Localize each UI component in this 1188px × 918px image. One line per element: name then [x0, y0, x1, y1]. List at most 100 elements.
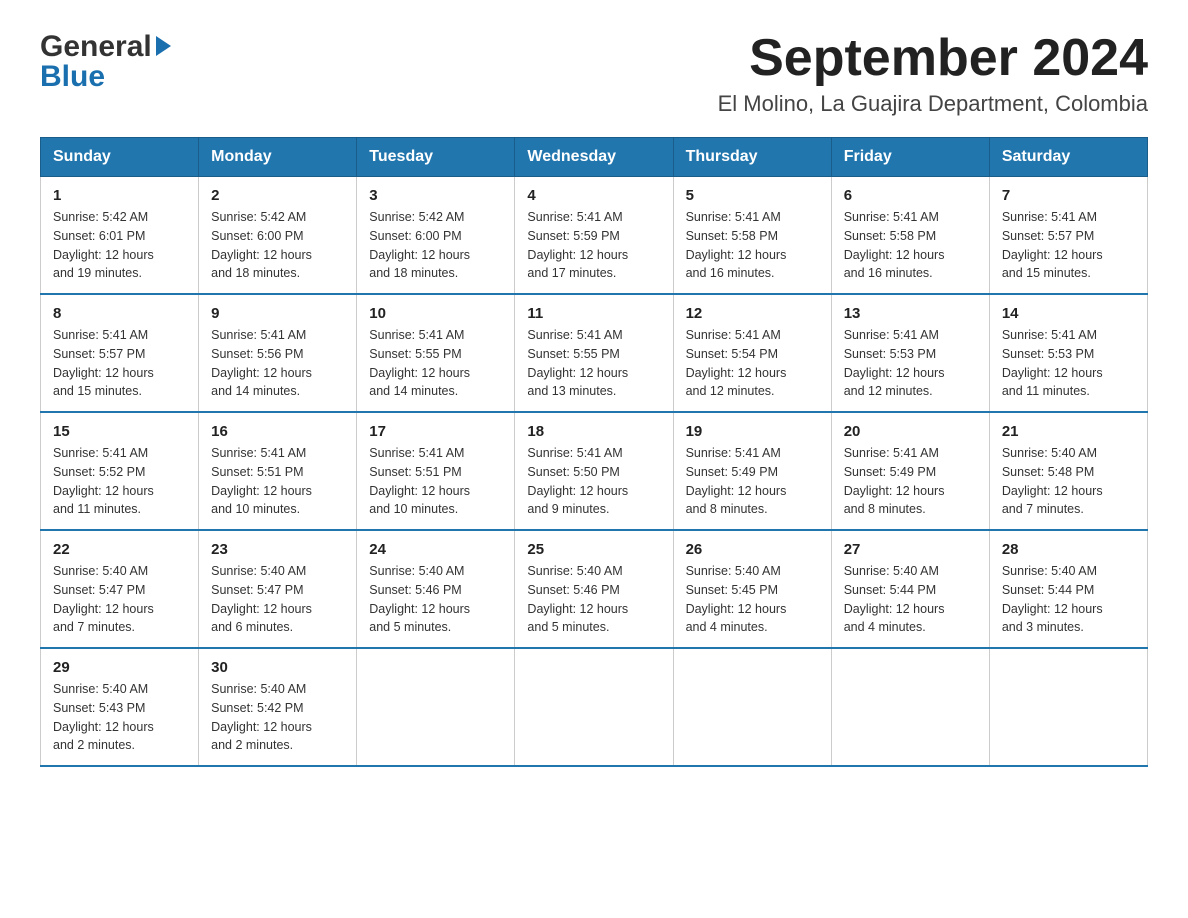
logo-arrow-icon	[156, 36, 171, 56]
day-cell: 27 Sunrise: 5:40 AM Sunset: 5:44 PM Dayl…	[831, 530, 989, 648]
day-info: Sunrise: 5:40 AM Sunset: 5:47 PM Dayligh…	[53, 562, 186, 637]
day-number: 6	[844, 187, 977, 204]
day-number: 29	[53, 659, 186, 676]
day-cell	[673, 648, 831, 766]
day-cell: 18 Sunrise: 5:41 AM Sunset: 5:50 PM Dayl…	[515, 412, 673, 530]
day-number: 15	[53, 423, 186, 440]
logo-general-text: General	[40, 30, 152, 64]
day-cell: 19 Sunrise: 5:41 AM Sunset: 5:49 PM Dayl…	[673, 412, 831, 530]
day-info: Sunrise: 5:41 AM Sunset: 5:52 PM Dayligh…	[53, 444, 186, 519]
day-info: Sunrise: 5:41 AM Sunset: 5:53 PM Dayligh…	[1002, 326, 1135, 401]
day-info: Sunrise: 5:40 AM Sunset: 5:46 PM Dayligh…	[527, 562, 660, 637]
day-number: 21	[1002, 423, 1135, 440]
day-info: Sunrise: 5:41 AM Sunset: 5:49 PM Dayligh…	[686, 444, 819, 519]
day-cell: 23 Sunrise: 5:40 AM Sunset: 5:47 PM Dayl…	[199, 530, 357, 648]
header-friday: Friday	[831, 138, 989, 177]
day-info: Sunrise: 5:41 AM Sunset: 5:56 PM Dayligh…	[211, 326, 344, 401]
day-number: 22	[53, 541, 186, 558]
day-info: Sunrise: 5:40 AM Sunset: 5:45 PM Dayligh…	[686, 562, 819, 637]
day-number: 27	[844, 541, 977, 558]
day-number: 24	[369, 541, 502, 558]
calendar-table: SundayMondayTuesdayWednesdayThursdayFrid…	[40, 137, 1148, 767]
week-row-3: 15 Sunrise: 5:41 AM Sunset: 5:52 PM Dayl…	[41, 412, 1148, 530]
page-header: General Blue September 2024 El Molino, L…	[40, 30, 1148, 117]
day-cell: 12 Sunrise: 5:41 AM Sunset: 5:54 PM Dayl…	[673, 294, 831, 412]
day-number: 13	[844, 305, 977, 322]
day-number: 20	[844, 423, 977, 440]
week-row-5: 29 Sunrise: 5:40 AM Sunset: 5:43 PM Dayl…	[41, 648, 1148, 766]
day-cell: 21 Sunrise: 5:40 AM Sunset: 5:48 PM Dayl…	[989, 412, 1147, 530]
day-number: 3	[369, 187, 502, 204]
week-row-4: 22 Sunrise: 5:40 AM Sunset: 5:47 PM Dayl…	[41, 530, 1148, 648]
day-cell	[515, 648, 673, 766]
day-number: 12	[686, 305, 819, 322]
day-info: Sunrise: 5:41 AM Sunset: 5:51 PM Dayligh…	[369, 444, 502, 519]
day-number: 5	[686, 187, 819, 204]
calendar-subtitle: El Molino, La Guajira Department, Colomb…	[718, 91, 1148, 117]
day-cell	[357, 648, 515, 766]
day-info: Sunrise: 5:41 AM Sunset: 5:55 PM Dayligh…	[527, 326, 660, 401]
day-info: Sunrise: 5:42 AM Sunset: 6:01 PM Dayligh…	[53, 208, 186, 283]
header-saturday: Saturday	[989, 138, 1147, 177]
day-cell	[989, 648, 1147, 766]
day-number: 11	[527, 305, 660, 322]
day-number: 18	[527, 423, 660, 440]
day-number: 4	[527, 187, 660, 204]
day-info: Sunrise: 5:40 AM Sunset: 5:42 PM Dayligh…	[211, 680, 344, 755]
day-cell: 25 Sunrise: 5:40 AM Sunset: 5:46 PM Dayl…	[515, 530, 673, 648]
day-number: 23	[211, 541, 344, 558]
day-cell: 20 Sunrise: 5:41 AM Sunset: 5:49 PM Dayl…	[831, 412, 989, 530]
day-number: 17	[369, 423, 502, 440]
day-cell	[831, 648, 989, 766]
day-cell: 30 Sunrise: 5:40 AM Sunset: 5:42 PM Dayl…	[199, 648, 357, 766]
day-number: 28	[1002, 541, 1135, 558]
day-cell: 24 Sunrise: 5:40 AM Sunset: 5:46 PM Dayl…	[357, 530, 515, 648]
day-number: 19	[686, 423, 819, 440]
day-cell: 14 Sunrise: 5:41 AM Sunset: 5:53 PM Dayl…	[989, 294, 1147, 412]
day-number: 14	[1002, 305, 1135, 322]
calendar-header-row: SundayMondayTuesdayWednesdayThursdayFrid…	[41, 138, 1148, 177]
header-wednesday: Wednesday	[515, 138, 673, 177]
day-cell: 5 Sunrise: 5:41 AM Sunset: 5:58 PM Dayli…	[673, 177, 831, 295]
day-cell: 3 Sunrise: 5:42 AM Sunset: 6:00 PM Dayli…	[357, 177, 515, 295]
header-sunday: Sunday	[41, 138, 199, 177]
day-cell: 11 Sunrise: 5:41 AM Sunset: 5:55 PM Dayl…	[515, 294, 673, 412]
day-cell: 9 Sunrise: 5:41 AM Sunset: 5:56 PM Dayli…	[199, 294, 357, 412]
day-cell: 15 Sunrise: 5:41 AM Sunset: 5:52 PM Dayl…	[41, 412, 199, 530]
day-cell: 26 Sunrise: 5:40 AM Sunset: 5:45 PM Dayl…	[673, 530, 831, 648]
day-cell: 17 Sunrise: 5:41 AM Sunset: 5:51 PM Dayl…	[357, 412, 515, 530]
day-info: Sunrise: 5:41 AM Sunset: 5:55 PM Dayligh…	[369, 326, 502, 401]
day-number: 9	[211, 305, 344, 322]
day-info: Sunrise: 5:41 AM Sunset: 5:49 PM Dayligh…	[844, 444, 977, 519]
day-info: Sunrise: 5:41 AM Sunset: 5:58 PM Dayligh…	[844, 208, 977, 283]
day-info: Sunrise: 5:40 AM Sunset: 5:43 PM Dayligh…	[53, 680, 186, 755]
day-info: Sunrise: 5:41 AM Sunset: 5:57 PM Dayligh…	[53, 326, 186, 401]
day-info: Sunrise: 5:42 AM Sunset: 6:00 PM Dayligh…	[369, 208, 502, 283]
day-number: 7	[1002, 187, 1135, 204]
day-info: Sunrise: 5:40 AM Sunset: 5:48 PM Dayligh…	[1002, 444, 1135, 519]
day-info: Sunrise: 5:40 AM Sunset: 5:44 PM Dayligh…	[1002, 562, 1135, 637]
day-cell: 7 Sunrise: 5:41 AM Sunset: 5:57 PM Dayli…	[989, 177, 1147, 295]
week-row-1: 1 Sunrise: 5:42 AM Sunset: 6:01 PM Dayli…	[41, 177, 1148, 295]
day-info: Sunrise: 5:40 AM Sunset: 5:44 PM Dayligh…	[844, 562, 977, 637]
day-number: 2	[211, 187, 344, 204]
day-info: Sunrise: 5:41 AM Sunset: 5:53 PM Dayligh…	[844, 326, 977, 401]
day-info: Sunrise: 5:40 AM Sunset: 5:47 PM Dayligh…	[211, 562, 344, 637]
day-number: 30	[211, 659, 344, 676]
day-info: Sunrise: 5:41 AM Sunset: 5:51 PM Dayligh…	[211, 444, 344, 519]
week-row-2: 8 Sunrise: 5:41 AM Sunset: 5:57 PM Dayli…	[41, 294, 1148, 412]
day-number: 10	[369, 305, 502, 322]
day-cell: 6 Sunrise: 5:41 AM Sunset: 5:58 PM Dayli…	[831, 177, 989, 295]
day-cell: 13 Sunrise: 5:41 AM Sunset: 5:53 PM Dayl…	[831, 294, 989, 412]
logo-blue-text: Blue	[40, 60, 171, 94]
day-number: 16	[211, 423, 344, 440]
day-number: 8	[53, 305, 186, 322]
day-cell: 10 Sunrise: 5:41 AM Sunset: 5:55 PM Dayl…	[357, 294, 515, 412]
calendar-title-area: September 2024 El Molino, La Guajira Dep…	[718, 30, 1148, 117]
header-thursday: Thursday	[673, 138, 831, 177]
day-cell: 22 Sunrise: 5:40 AM Sunset: 5:47 PM Dayl…	[41, 530, 199, 648]
day-cell: 2 Sunrise: 5:42 AM Sunset: 6:00 PM Dayli…	[199, 177, 357, 295]
day-number: 1	[53, 187, 186, 204]
day-info: Sunrise: 5:40 AM Sunset: 5:46 PM Dayligh…	[369, 562, 502, 637]
calendar-title: September 2024	[718, 30, 1148, 87]
